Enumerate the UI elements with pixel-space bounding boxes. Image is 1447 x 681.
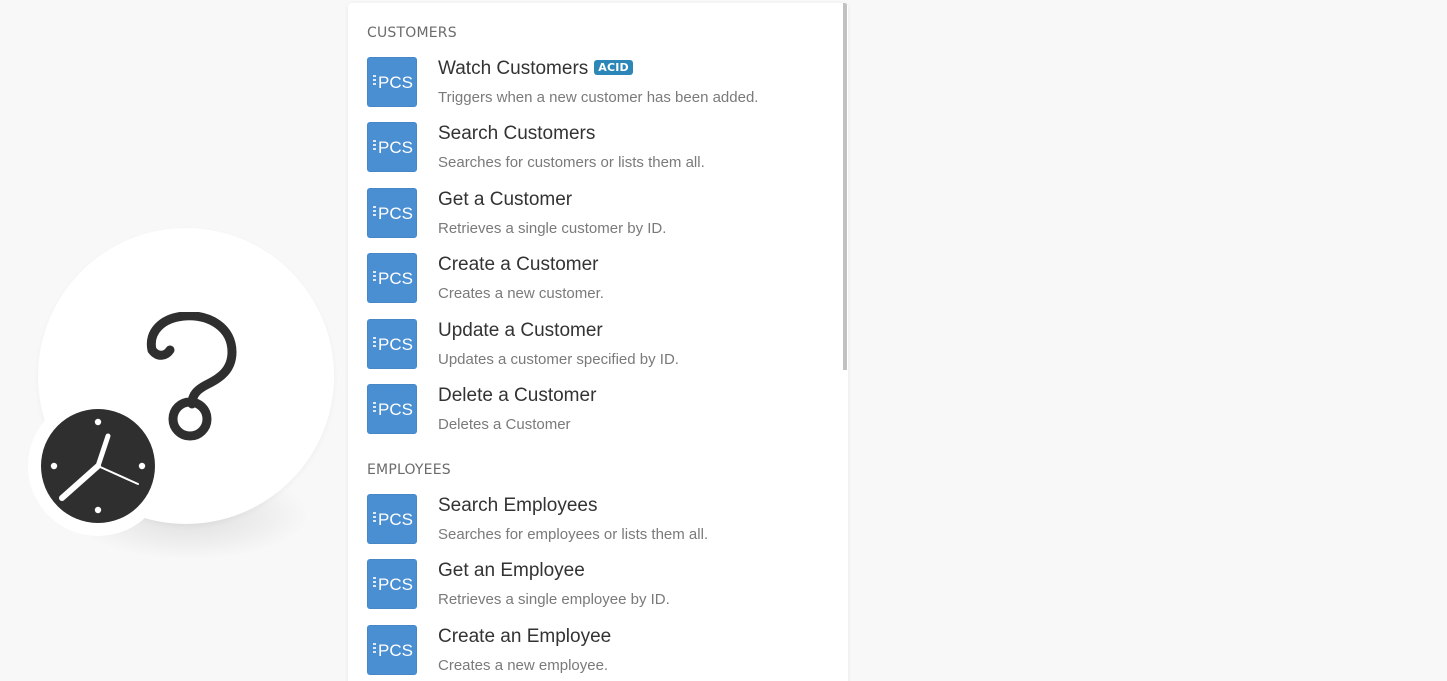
module-item-title: Update a Customer: [438, 320, 603, 341]
module-item-description: Deletes a Customer: [438, 416, 571, 433]
pcs-app-icon: PCS: [367, 319, 417, 369]
pcs-app-icon: PCS: [367, 57, 417, 107]
svg-text:PCS: PCS: [378, 510, 413, 529]
module-item-update-customer[interactable]: PCS Update a Customer Updates a customer…: [367, 319, 827, 375]
module-item-search-employees[interactable]: PCS Search Employees Searches for employ…: [367, 494, 827, 550]
clock-icon[interactable]: [40, 408, 156, 524]
svg-text:PCS: PCS: [378, 73, 413, 92]
acid-badge: ACID: [594, 60, 633, 75]
module-item-description: Searches for employees or lists them all…: [438, 526, 709, 543]
module-item-title: Get an Employee: [438, 560, 585, 581]
module-item-description: Searches for customers or lists them all…: [438, 154, 705, 171]
pcs-app-icon: PCS: [367, 188, 417, 238]
module-item-get-customer[interactable]: PCS Get a Customer Retrieves a single cu…: [367, 188, 827, 244]
svg-text:PCS: PCS: [378, 335, 413, 354]
module-item-title: Search Customers: [438, 123, 596, 144]
section-title-employees: Employees: [367, 462, 451, 478]
module-item-title: Create a Customer: [438, 254, 599, 275]
module-item-create-customer[interactable]: PCS Create a Customer Creates a new cust…: [367, 253, 827, 309]
module-item-watch-customers[interactable]: PCS Watch Customers ACID Triggers when a …: [367, 57, 827, 113]
module-item-create-employee[interactable]: PCS Create an Employee Creates a new emp…: [367, 625, 827, 681]
module-item-title: Get a Customer: [438, 189, 573, 210]
pcs-app-icon: PCS: [367, 384, 417, 434]
module-item-search-customers[interactable]: PCS Search Customers Searches for custom…: [367, 122, 827, 178]
module-item-title: Delete a Customer: [438, 385, 597, 406]
module-item-delete-customer[interactable]: PCS Delete a Customer Deletes a Customer: [367, 384, 827, 440]
section-title-customers: Customers: [367, 25, 457, 41]
pcs-app-icon: PCS: [367, 559, 417, 609]
module-item-title: Search Employees: [438, 495, 598, 516]
pcs-app-icon: PCS: [367, 253, 417, 303]
svg-text:PCS: PCS: [378, 269, 413, 288]
module-item-description: Creates a new employee.: [438, 657, 609, 674]
scrollbar-thumb[interactable]: [843, 3, 847, 370]
svg-text:PCS: PCS: [378, 575, 413, 594]
module-item-title: Watch Customers ACID: [438, 58, 633, 80]
svg-text:PCS: PCS: [378, 204, 413, 223]
module-item-title: Create an Employee: [438, 626, 612, 647]
module-picker-panel: Customers PCS Watch Customers ACID Trigge…: [348, 3, 848, 681]
svg-text:PCS: PCS: [378, 138, 413, 157]
module-item-description: Retrieves a single employee by ID.: [438, 591, 670, 608]
module-item-description: Updates a customer specified by ID.: [438, 351, 679, 368]
pcs-app-icon: PCS: [367, 625, 417, 675]
scenario-canvas: Customers PCS Watch Customers ACID Trigge…: [0, 0, 1447, 681]
pcs-app-icon: PCS: [367, 122, 417, 172]
svg-text:PCS: PCS: [378, 641, 413, 660]
module-item-description: Creates a new customer.: [438, 285, 604, 302]
svg-text:PCS: PCS: [378, 400, 413, 419]
pcs-app-icon: PCS: [367, 494, 417, 544]
module-item-get-employee[interactable]: PCS Get an Employee Retrieves a single e…: [367, 559, 827, 615]
module-item-description: Retrieves a single customer by ID.: [438, 220, 667, 237]
module-item-description: Triggers when a new customer has been ad…: [438, 89, 759, 106]
